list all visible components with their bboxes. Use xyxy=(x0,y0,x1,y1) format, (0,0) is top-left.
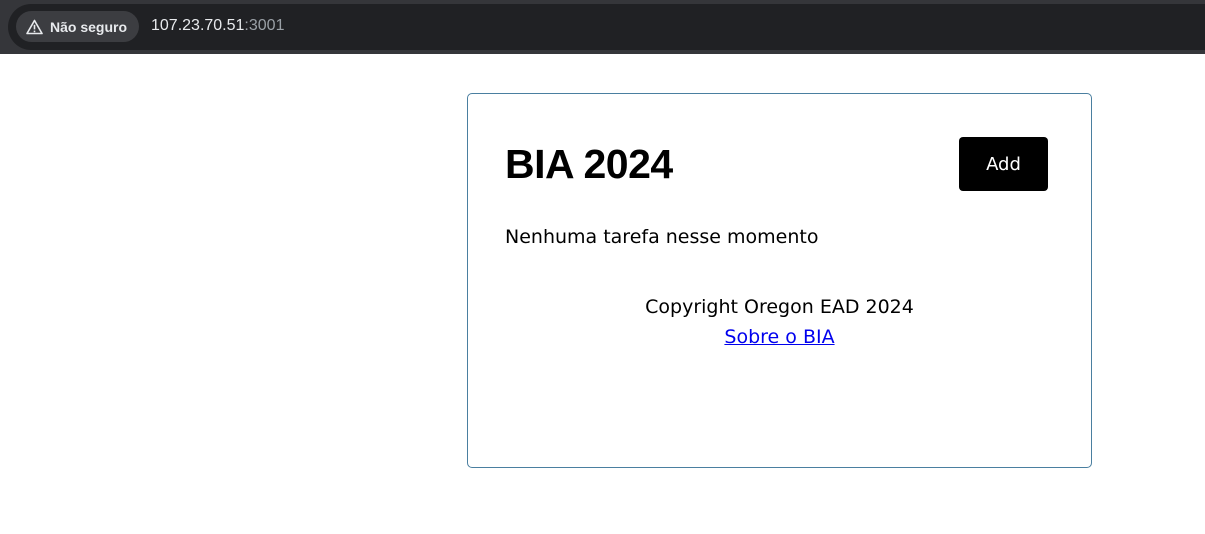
empty-tasks-message: Nenhuma tarefa nesse momento xyxy=(505,226,819,248)
task-card: BIA 2024 Add Nenhuma tarefa nesse moment… xyxy=(467,93,1092,468)
page-title: BIA 2024 xyxy=(505,141,673,187)
url-text[interactable]: 107.23.70.51:3001 xyxy=(151,16,284,36)
browser-toolbar: Não seguro 107.23.70.51:3001 xyxy=(0,0,1205,54)
footer: Copyright Oregon EAD 2024 Sobre o BIA xyxy=(468,292,1091,352)
url-port: :3001 xyxy=(244,17,285,34)
security-indicator[interactable]: Não seguro xyxy=(16,11,139,42)
copyright-text: Copyright Oregon EAD 2024 xyxy=(645,296,914,318)
add-button[interactable]: Add xyxy=(959,137,1048,191)
url-host: 107.23.70.51 xyxy=(151,17,245,34)
about-link[interactable]: Sobre o BIA xyxy=(724,326,834,348)
address-bar[interactable]: Não seguro 107.23.70.51:3001 xyxy=(8,4,1205,50)
warning-triangle-icon xyxy=(26,19,43,35)
security-label: Não seguro xyxy=(50,18,128,35)
